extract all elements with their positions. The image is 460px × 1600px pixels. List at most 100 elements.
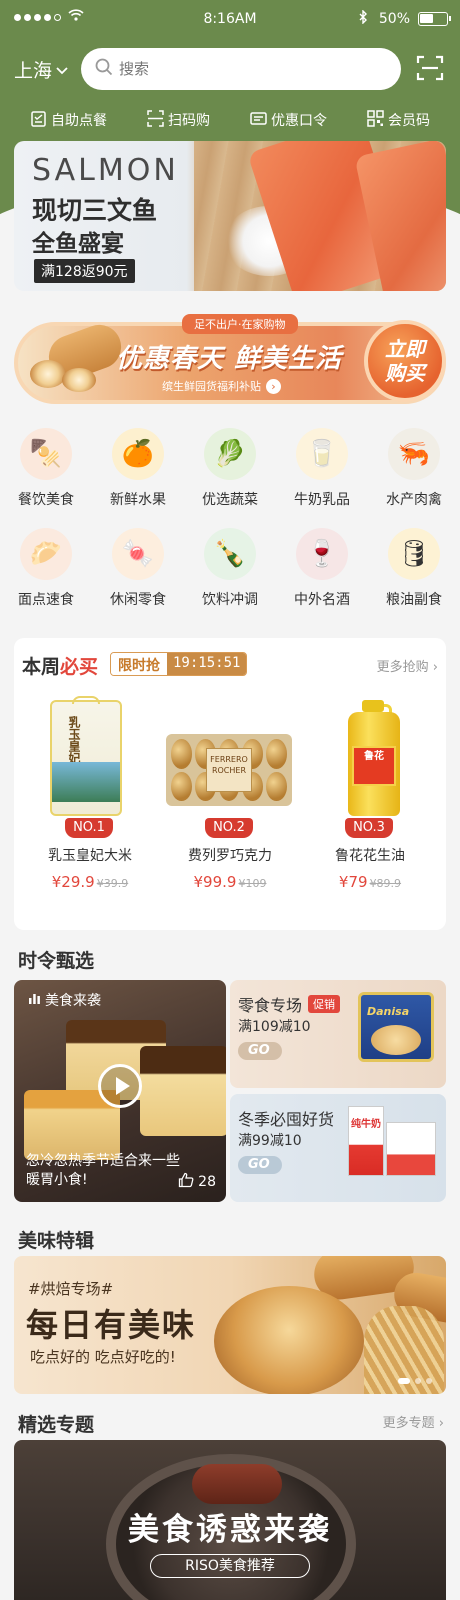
card-title-text: 冬季必囤好货 [238, 1110, 335, 1129]
category-label: 优选蔬菜 [202, 492, 258, 508]
carousel-dot[interactable] [426, 1378, 432, 1384]
rank-badge: NO.3 [345, 818, 393, 838]
product-card[interactable]: 乳玉皇妃 NO.1 乳玉皇妃大米 ¥29.9 ¥39.9 [20, 690, 160, 920]
search-icon [95, 58, 113, 80]
quick-nav-coupon-code[interactable]: 优惠口令 [250, 106, 327, 134]
card-subtitle: 满109减10 [238, 1019, 311, 1035]
coupon-icon [250, 110, 267, 131]
banner-offer-tag: 满128返90元 [34, 259, 135, 283]
category-item[interactable]: 🥛 牛奶乳品 [276, 428, 368, 528]
topic-subtitle: RISO美食推荐 [150, 1554, 310, 1578]
promo-ribbon: 足不出户·在家购物 [182, 314, 298, 334]
category-label: 水产肉禽 [386, 492, 442, 508]
more-deals-label: 更多抢购 [376, 660, 429, 675]
category-item[interactable]: 🥬 优选蔬菜 [184, 428, 276, 528]
go-button[interactable]: GO [238, 1156, 282, 1174]
section-title-part: 本周 [22, 656, 61, 678]
more-topics-link[interactable]: 更多专题 › [383, 1412, 444, 1431]
winter-goods-card[interactable]: 冬季必囤好货 满99减10 GO 纯牛奶 [230, 1094, 446, 1202]
rice-bag-text: 乳玉皇妃 [67, 716, 81, 764]
banner-subtitle: 全鱼盛宴 [32, 231, 124, 257]
bakery-headline: 每日有美味 [26, 1306, 197, 1344]
card-title: 零食专场 促销 [238, 992, 341, 1016]
barcode-scan-icon [147, 109, 164, 131]
battery-percent: 50% [378, 11, 410, 27]
food-icon: 🍢 [20, 428, 72, 480]
video-tag-label: 美食来袭 [45, 993, 101, 1009]
category-label: 餐饮美食 [18, 492, 74, 508]
carousel-dot[interactable] [415, 1378, 421, 1384]
milk-carton-text: 纯牛奶 [351, 1119, 381, 1130]
fruit-icon: 🍊 [112, 428, 164, 480]
go-button[interactable]: GO [238, 1042, 282, 1060]
bakery-hashtag: #烘焙专场# [28, 1280, 114, 1298]
category-item[interactable]: 🍢 餐饮美食 [0, 428, 92, 528]
flash-sale-label: 限时抢 [111, 653, 167, 675]
promo-subtitle: 缤生鲜园货福利补贴 › [162, 378, 281, 394]
search-input[interactable] [119, 60, 359, 78]
category-item[interactable]: 🍬 休闲零食 [92, 528, 184, 618]
card-title-text: 零食专场 [238, 996, 303, 1015]
snack-icon: 🍬 [112, 528, 164, 580]
quick-nav-self-order[interactable]: 自助点餐 [30, 106, 107, 134]
category-item[interactable]: 🥟 面点速食 [0, 528, 92, 618]
banner-title: 现切三文鱼 [32, 196, 158, 225]
salmon-banner[interactable]: SALMON 现切三文鱼 全鱼盛宴 满128返90元 [14, 141, 446, 291]
milk-carton-image: 纯牛奶 [348, 1106, 384, 1176]
category-item[interactable]: 🍷 中外名酒 [276, 528, 368, 618]
wine-icon: 🍷 [296, 528, 348, 580]
spring-promo-banner[interactable]: 足不出户·在家购物 优惠春天 鲜美生活 缤生鲜园货福利补贴 › 立即 购买 [14, 310, 446, 412]
original-price: ¥109 [238, 877, 267, 890]
quick-nav: 自助点餐 扫码购 优惠口令 会员码 [0, 106, 460, 134]
chevron-down-icon [56, 64, 68, 78]
bar-chart-icon [28, 992, 41, 1009]
bluetooth-icon [358, 9, 368, 28]
thumbs-up-icon [178, 1172, 194, 1192]
bakery-banner[interactable]: #烘焙专场# 每日有美味 吃点好的 吃点好吃的! [14, 1256, 446, 1394]
video-tag: 美食来袭 [28, 990, 101, 1010]
oil-bottle-image: 鲁花 [320, 700, 420, 816]
rank-badge: NO.2 [205, 818, 253, 838]
snack-promo-card[interactable]: 零食专场 促销 满109减10 GO Danisa [230, 980, 446, 1088]
play-icon[interactable] [98, 1064, 142, 1108]
product-name: 鲁花花生油 [335, 848, 405, 864]
product-card[interactable]: 鲁花 NO.3 鲁花花生油 ¥79 ¥89.9 [300, 690, 440, 920]
topic-banner[interactable]: 美食诱惑来袭 RISO美食推荐 [14, 1440, 446, 1600]
current-price: ¥99.9 [193, 873, 237, 891]
rank-badge: NO.1 [65, 818, 113, 838]
bakery-slogan: 吃点好的 吃点好吃的! [30, 1348, 176, 1366]
quick-nav-scan-buy[interactable]: 扫码购 [147, 106, 210, 134]
battery-icon [418, 12, 451, 26]
drink-icon: 🍾 [204, 528, 256, 580]
cake-image [140, 1046, 226, 1136]
category-item[interactable]: 🍾 饮料冲调 [184, 528, 276, 618]
category-item[interactable]: 🍊 新鲜水果 [92, 428, 184, 528]
more-deals-link[interactable]: 更多抢购 › [377, 656, 438, 675]
chevron-right-icon: › [266, 378, 281, 394]
card-subtitle: 满99减10 [238, 1133, 302, 1149]
category-label: 中外名酒 [294, 592, 350, 608]
search-bar[interactable] [81, 48, 401, 90]
video-card[interactable]: 美食来袭 忽冷忽热季节适合来一些暖胃小食! 28 [14, 980, 226, 1202]
category-item[interactable]: 🛢 粮油副食 [368, 528, 460, 618]
current-price: ¥29.9 [51, 873, 95, 891]
city-selector[interactable]: 上海 [14, 56, 68, 83]
feature-section-title: 美味特辑 [18, 1230, 95, 1252]
status-bar: 8:16AM 50% [0, 0, 460, 36]
milk-icon: 🥛 [296, 428, 348, 480]
quick-nav-member-code[interactable]: 会员码 [367, 106, 430, 134]
bun-icon: 🥟 [20, 528, 72, 580]
product-card[interactable]: FERRERO ROCHER NO.2 费列罗巧克力 ¥99.9 ¥109 [160, 690, 300, 920]
category-label: 休闲零食 [110, 592, 166, 608]
scan-icon[interactable] [416, 54, 444, 82]
like-counter[interactable]: 28 [178, 1172, 216, 1192]
category-label: 新鲜水果 [110, 492, 166, 508]
bread-image [214, 1286, 364, 1394]
oil-icon: 🛢 [388, 528, 440, 580]
buy-now-button[interactable]: 立即 购买 [364, 320, 446, 402]
category-item[interactable]: 🦐 水产肉禽 [368, 428, 460, 528]
like-count: 28 [198, 1174, 216, 1190]
card-title: 冬季必囤好货 [238, 1106, 334, 1130]
carousel-dot[interactable] [398, 1378, 410, 1384]
chocolate-box-image: FERRERO ROCHER [166, 700, 292, 810]
